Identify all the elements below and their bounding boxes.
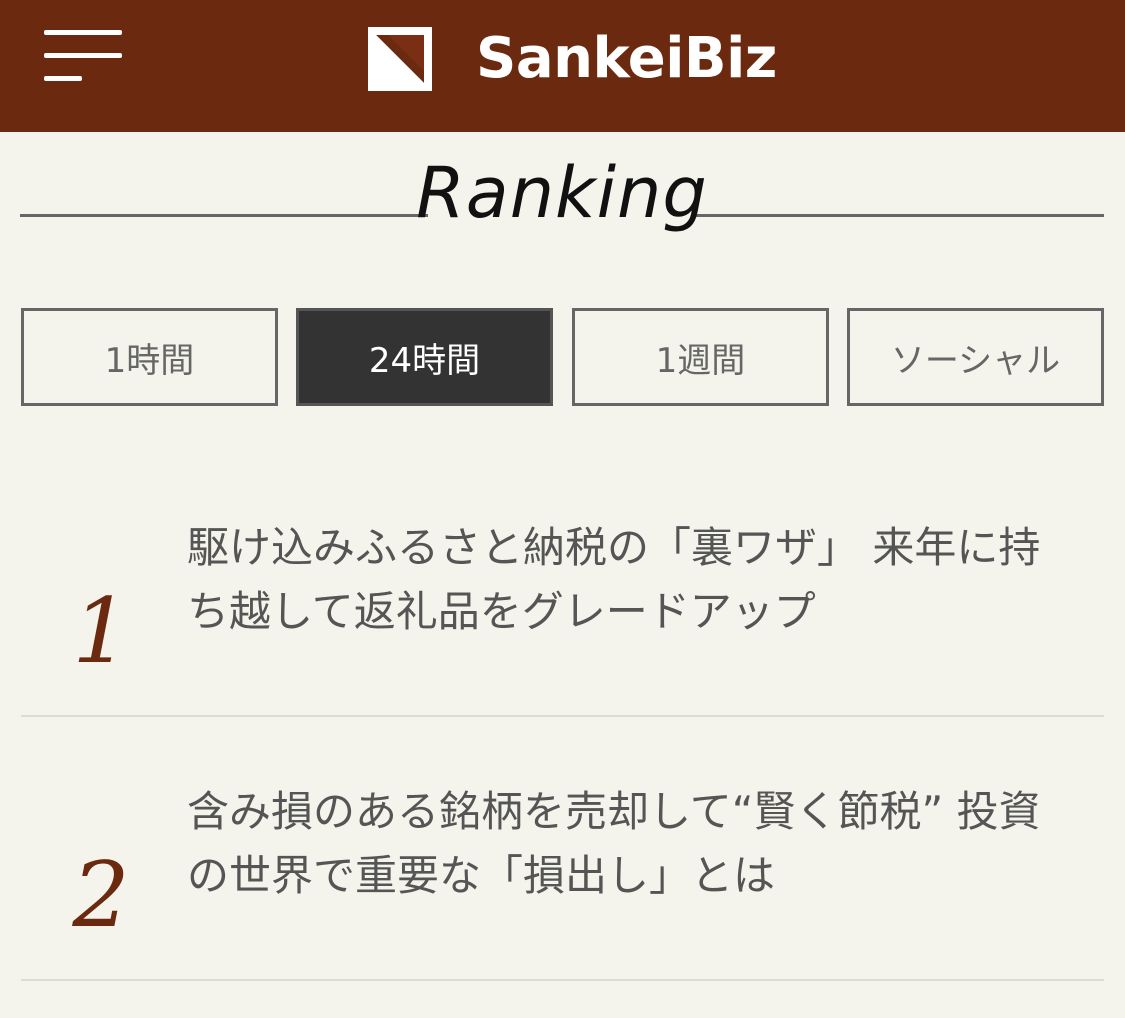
menu-button[interactable] bbox=[40, 28, 126, 88]
rank-number: 2 bbox=[72, 843, 130, 948]
hamburger-menu-icon-line bbox=[44, 76, 82, 81]
hamburger-menu-icon-line bbox=[44, 53, 122, 58]
ranking-divider bbox=[21, 979, 1104, 981]
rank-number: 1 bbox=[72, 579, 130, 684]
ranking-period-tabs: 1時間 24時間 1週間 ソーシャル bbox=[21, 308, 1104, 406]
tab-24-hours[interactable]: 24時間 bbox=[296, 308, 553, 406]
tab-social[interactable]: ソーシャル bbox=[847, 308, 1104, 406]
ranking-section-header: Ranking bbox=[20, 150, 1104, 240]
ranking-item-1[interactable]: 1 駆け込みふるさと納税の「裏ワザ」 来年に持ち越して返礼品をグレードアップ bbox=[21, 516, 1104, 716]
section-title: Ranking bbox=[416, 152, 708, 234]
site-logo[interactable]: SankeiBiz bbox=[368, 26, 777, 92]
sankeibiz-logo-mark-icon bbox=[368, 27, 432, 91]
article-title-link[interactable]: 駆け込みふるさと納税の「裏ワザ」 来年に持ち越して返礼品をグレードアップ bbox=[187, 516, 1077, 644]
logo-text: SankeiBiz bbox=[476, 26, 777, 91]
ranking-item-2[interactable]: 2 含み損のある銘柄を売却して“賢く節税” 投資の世界で重要な「損出し」とは bbox=[21, 780, 1104, 980]
hamburger-menu-icon bbox=[44, 30, 122, 35]
article-title-link[interactable]: 含み損のある銘柄を売却して“賢く節税” 投資の世界で重要な「損出し」とは bbox=[187, 780, 1077, 908]
ranking-divider bbox=[21, 715, 1104, 717]
tab-1-hour[interactable]: 1時間 bbox=[21, 308, 278, 406]
site-header: SankeiBiz bbox=[0, 0, 1125, 132]
tab-1-week[interactable]: 1週間 bbox=[572, 308, 829, 406]
